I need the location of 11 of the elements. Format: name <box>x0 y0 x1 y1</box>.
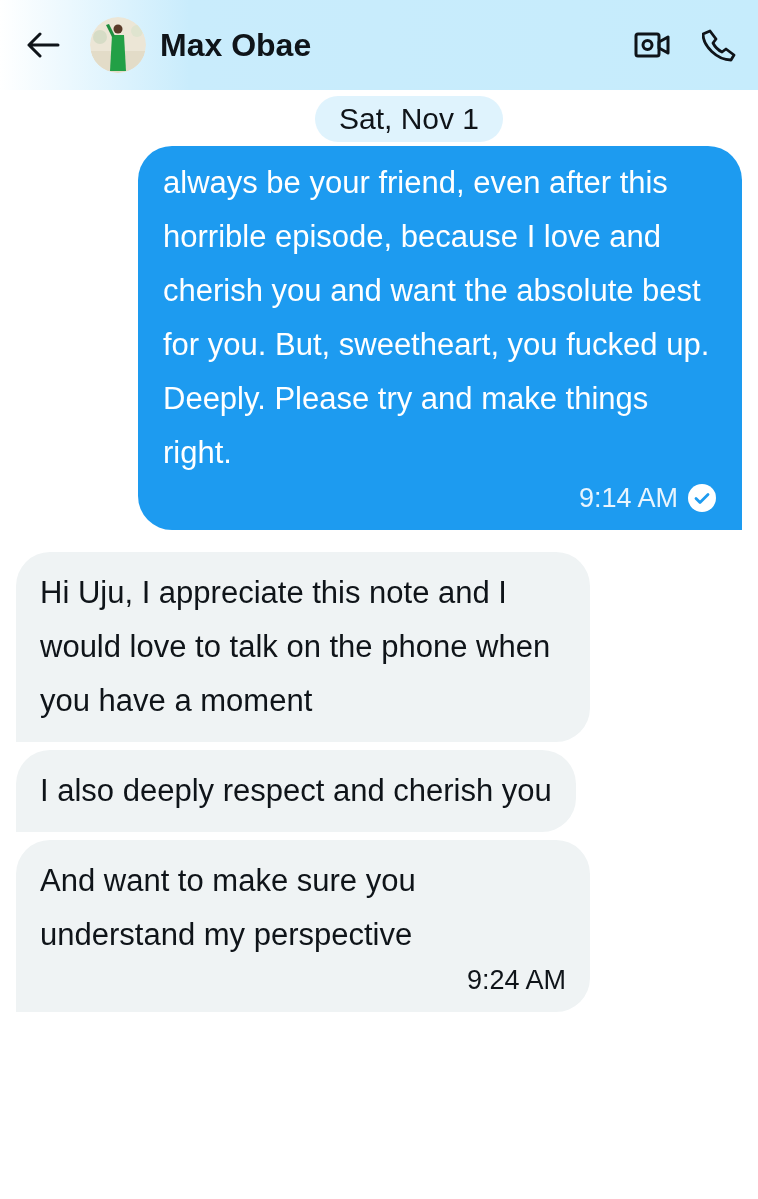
message-time: 9:14 AM <box>578 482 678 515</box>
phone-icon[interactable] <box>702 28 736 62</box>
message-text: And want to make sure you understand my perspective <box>40 862 417 954</box>
message-text: Hi Uju, I appreciate this note and I would love to talk on the phone when you have a moment <box>40 574 552 720</box>
video-call-icon[interactable] <box>634 31 670 59</box>
message-time: 9:24 AM <box>466 964 566 997</box>
message-text: always be your friend, even after this horrible episode, because I love and cherish you and want the absolute best for you. But, sweetheart, you fucked up. Deeply. Please try and make things right. <box>163 164 711 472</box>
contact-name[interactable]: Max Obae <box>160 26 312 64</box>
back-icon[interactable] <box>26 32 60 58</box>
date-separator: Sat, Nov 1 <box>314 96 504 142</box>
message-text: I also deeply respect and cherish you <box>40 772 552 810</box>
